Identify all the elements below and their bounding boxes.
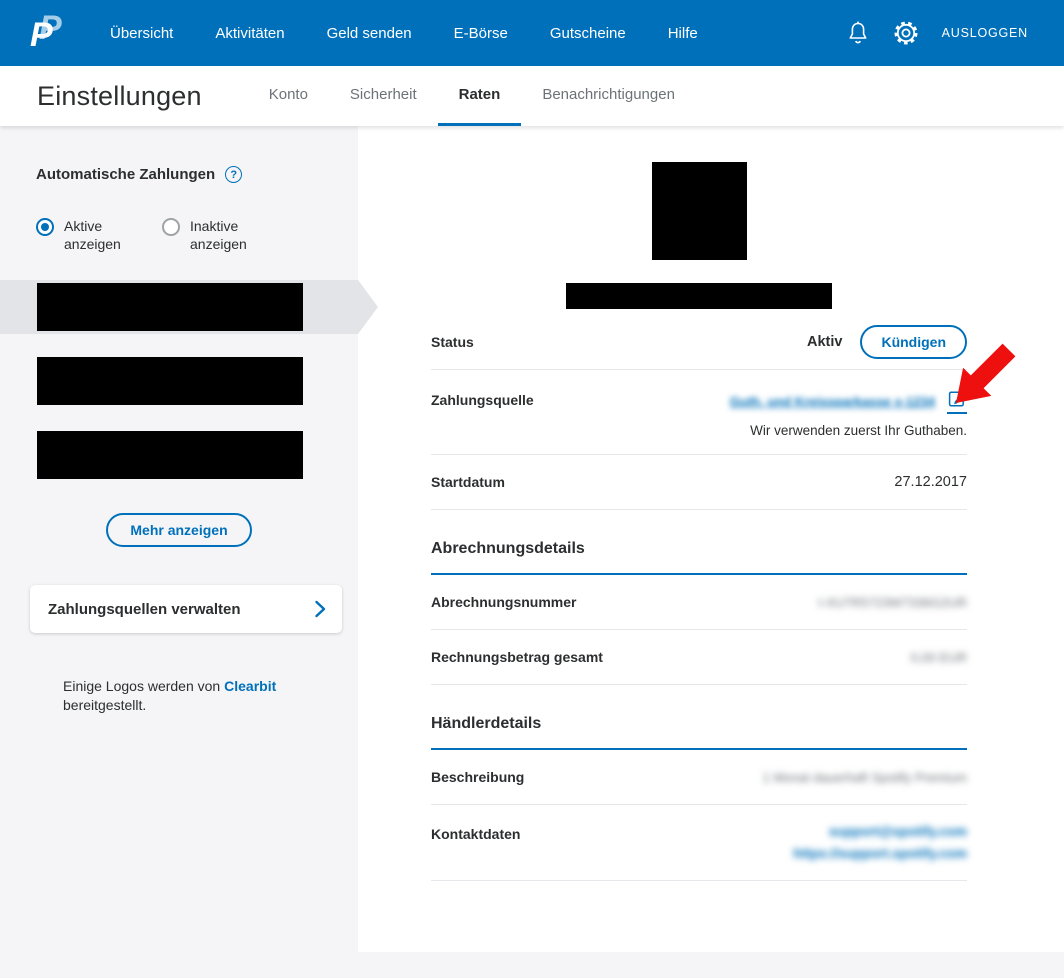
tab-raten[interactable]: Raten [437,66,522,126]
redacted-merchant-entry [37,431,303,479]
show-more-button[interactable]: Mehr anzeigen [106,513,252,547]
agreement-detail-panel: Status Aktiv Kündigen Zahlungsquelle Gut… [358,126,1064,952]
nav-item-eboerse[interactable]: E-Börse [454,25,508,42]
radio-active-label: Aktive anzeigen [64,218,121,252]
billing-section-heading: Abrechnungsdetails [431,540,967,575]
footer-strip [0,952,1064,978]
payment-source-row: Zahlungsquelle Guth. und Kreissparkasse … [431,370,967,455]
billing-total-label: Rechnungsbetrag gesamt [431,649,603,665]
sidebar-section-title: Automatische Zahlungen [36,166,216,183]
chevron-right-icon [314,600,326,618]
start-date-value: 27.12.2017 [894,474,967,490]
redacted-merchant-logo [651,162,747,260]
payment-source-note: Wir verwenden zuerst Ihr Guthaben. [750,423,967,438]
contact-label: Kontaktdaten [431,826,521,842]
tab-benachrichtigungen[interactable]: Benachrichtigungen [521,66,696,126]
nav-right-group: AUSLOGGEN [846,19,1028,47]
payment-source-link[interactable]: Guth. und Kreissparkasse x-1234 [730,394,935,409]
help-icon[interactable]: ? [225,166,243,183]
radio-inactive-icon [162,218,180,236]
tab-konto[interactable]: Konto [248,66,329,126]
start-date-row: Startdatum 27.12.2017 [431,455,967,510]
manage-card-label: Zahlungsquellen verwalten [48,600,241,618]
settings-header: Einstellungen Konto Sicherheit Raten Ben… [0,66,1064,126]
status-value: Aktiv [806,334,843,350]
notifications-bell-icon[interactable] [846,20,870,47]
nav-item-hilfe[interactable]: Hilfe [668,25,698,42]
tab-sicherheit[interactable]: Sicherheit [329,66,438,126]
contact-email-link[interactable]: support@spotify.com [829,824,967,839]
description-row: Beschreibung 1 Monat dauerhaft Spotify P… [431,750,967,805]
manage-payment-sources-card[interactable]: Zahlungsquellen verwalten [30,585,342,633]
billing-total-value: 0,00 EUR [910,649,967,665]
clearbit-note-prefix: Einige Logos werden von [63,678,221,694]
contact-url-link[interactable]: https://support.spotify.com [793,846,967,861]
billing-number-label: Abrechnungsnummer [431,594,577,610]
paypal-logo-icon[interactable]: P P [30,9,66,57]
radio-show-active[interactable]: Aktive anzeigen [36,217,126,253]
payment-source-label: Zahlungsquelle [431,392,534,408]
edit-payment-source-button[interactable] [947,389,967,414]
billing-number-value: I-XU7R5723W7336G2UR [818,594,967,610]
payment-list-item[interactable] [0,357,358,405]
clearbit-note-suffix: bereitgestellt. [63,697,147,713]
billing-number-row: Abrechnungsnummer I-XU7R5723W7336G2UR [431,575,967,630]
contact-row: Kontaktdaten support@spotify.com https:/… [431,805,967,881]
automatic-payments-list [0,280,378,479]
description-value: 1 Monat dauerhaft Spotify Premium [762,769,968,785]
redacted-merchant-name [566,283,832,309]
settings-gear-icon[interactable] [892,19,920,47]
cancel-agreement-button[interactable]: Kündigen [860,325,967,359]
edit-pencil-icon [948,391,965,407]
logout-button[interactable]: AUSLOGGEN [942,26,1028,40]
top-nav: P P Übersicht Aktivitäten Geld senden E-… [0,0,1064,66]
settings-tabs: Konto Sicherheit Raten Benachrichtigunge… [248,66,696,126]
status-label: Status [431,334,474,350]
radio-active-icon [36,218,54,236]
clearbit-link[interactable]: Clearbit [224,678,276,694]
sidebar: Automatische Zahlungen ? Aktive anzeigen… [0,126,378,952]
radio-show-inactive[interactable]: Inaktive anzeigen [162,217,260,253]
page-title: Einstellungen [37,80,202,111]
nav-item-gutscheine[interactable]: Gutscheine [550,25,626,42]
radio-inactive-label: Inaktive anzeigen [190,218,247,252]
status-row: Status Aktiv Kündigen [431,315,967,370]
redacted-merchant-entry [37,283,303,331]
payment-list-item-selected[interactable] [0,280,378,334]
nav-menu: Übersicht Aktivitäten Geld senden E-Börs… [110,25,698,42]
clearbit-attribution: Einige Logos werden von Clearbit bereitg… [63,677,283,715]
payment-list-item[interactable] [0,431,358,479]
nav-item-aktivitaeten[interactable]: Aktivitäten [215,25,284,42]
filter-radio-group: Aktive anzeigen Inaktive anzeigen [36,217,358,253]
redacted-merchant-entry [37,357,303,405]
merchant-section-heading: Händlerdetails [431,715,967,750]
billing-total-row: Rechnungsbetrag gesamt 0,00 EUR [431,630,967,685]
description-label: Beschreibung [431,769,525,785]
page-body: Automatische Zahlungen ? Aktive anzeigen… [0,126,1064,952]
start-date-label: Startdatum [431,474,505,490]
nav-item-geld-senden[interactable]: Geld senden [327,25,412,42]
nav-item-uebersicht[interactable]: Übersicht [110,25,173,42]
